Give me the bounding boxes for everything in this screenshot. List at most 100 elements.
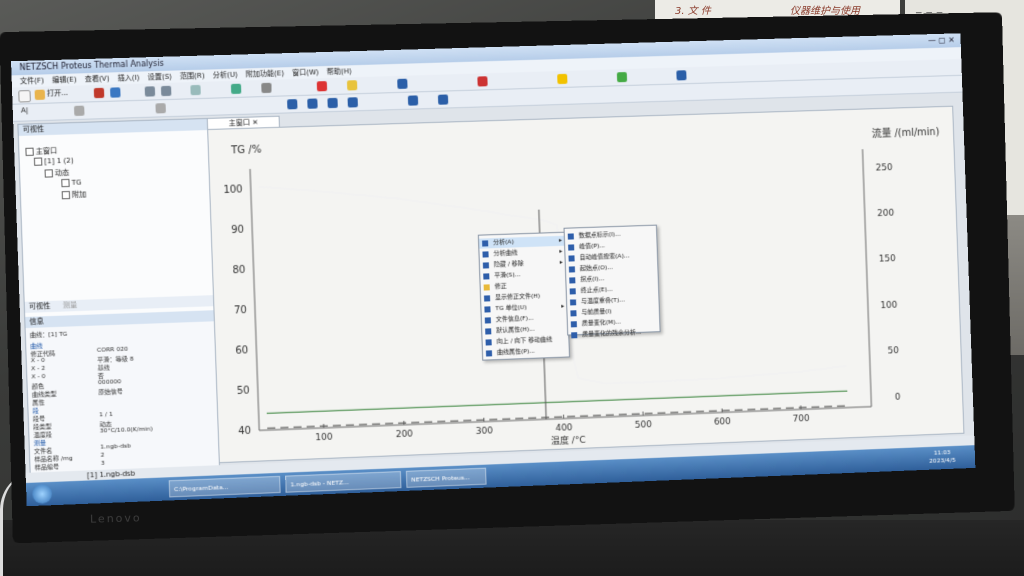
analysis-icon[interactable] bbox=[397, 78, 408, 89]
inflection-icon[interactable] bbox=[347, 97, 358, 108]
checkbox-icon[interactable] bbox=[61, 190, 71, 200]
y2-tick-label: 250 bbox=[876, 163, 893, 173]
properties-header: 信息 bbox=[25, 310, 214, 329]
zoom-icon[interactable] bbox=[477, 76, 488, 87]
menu-item-9[interactable]: 帮助(H) bbox=[327, 67, 352, 76]
property-value: 3 bbox=[100, 459, 105, 467]
note-text-1: 3. 文 件 bbox=[675, 6, 711, 17]
menu-item-4[interactable]: 设置(S) bbox=[147, 73, 172, 82]
menu-item-icon bbox=[569, 277, 576, 284]
export-icon[interactable] bbox=[616, 72, 628, 83]
menu-item-icon bbox=[568, 255, 575, 262]
tree-item-additional[interactable]: 附加 bbox=[61, 189, 87, 200]
y2-tick-label: 150 bbox=[879, 255, 896, 265]
menu-item-0[interactable]: 文件(F) bbox=[20, 76, 44, 85]
menu-item-icon bbox=[568, 244, 575, 251]
properties-panel: 信息 曲线：[1] TG 曲线 修正代码 CORR 020 X - 0 平滑：等级 8X… bbox=[25, 310, 219, 474]
menu-item-5[interactable]: 范围(R) bbox=[180, 72, 205, 81]
x-tick-label: 200 bbox=[396, 429, 414, 440]
menu-item-7[interactable]: 附加功能(E) bbox=[246, 69, 285, 78]
window-controls[interactable]: — ▢ ✕ bbox=[928, 33, 955, 48]
property-row: X - 2 基线 bbox=[31, 364, 110, 372]
property-value: 30°C/10.0(K/min) bbox=[99, 425, 153, 435]
submenu-item-label: 质量变化(M)... bbox=[581, 318, 622, 328]
undo-icon[interactable] bbox=[230, 83, 242, 95]
open-button[interactable]: 打开... bbox=[47, 88, 68, 99]
new-file-icon[interactable] bbox=[18, 90, 31, 103]
area-icon[interactable] bbox=[327, 97, 338, 109]
onset-icon[interactable] bbox=[307, 98, 318, 109]
pointer-icon[interactable] bbox=[557, 73, 568, 85]
print-preview-icon[interactable] bbox=[190, 84, 201, 96]
y2-tick-label: 50 bbox=[888, 346, 900, 356]
menu-item-icon bbox=[485, 350, 493, 357]
property-value: 2 bbox=[100, 451, 105, 459]
checkbox-icon[interactable] bbox=[44, 169, 53, 178]
taskbar-item-file[interactable]: 1.ngb-dsb - NETZ... bbox=[285, 471, 402, 493]
taskbar-item-proteus[interactable]: NETZSCH Proteus... bbox=[405, 467, 487, 488]
tree-item-tg[interactable]: TG bbox=[61, 178, 82, 188]
menu-item-1[interactable]: 编辑(E) bbox=[52, 75, 77, 84]
menu-item-8[interactable]: 窗口(W) bbox=[292, 68, 319, 77]
property-key: X - 0 bbox=[31, 372, 46, 381]
taskbar-item-explorer[interactable]: C:\ProgramData... bbox=[168, 475, 281, 498]
tree-item-file[interactable]: [1] 1 (2) bbox=[33, 156, 74, 166]
tree-item-main-window[interactable]: 主窗口 bbox=[25, 146, 57, 157]
mass-change-icon[interactable] bbox=[407, 95, 419, 106]
menu-item-icon bbox=[570, 321, 577, 328]
rect-tool-icon[interactable] bbox=[155, 103, 166, 114]
y2-tick-label: 100 bbox=[880, 301, 897, 311]
save-icon[interactable] bbox=[110, 87, 121, 98]
analysis-submenu: 数据点标示(I)... 峰值(P)... 自动峰值搜索(A)... 起始点(O)...… bbox=[563, 224, 661, 339]
start-button[interactable] bbox=[32, 483, 53, 504]
menu-item-icon bbox=[482, 240, 489, 247]
text-tool-icon[interactable]: A| bbox=[21, 106, 29, 114]
submenu-item-label: 质量变化的残余分析... bbox=[582, 328, 642, 338]
checkbox-icon[interactable] bbox=[25, 147, 34, 156]
context-menu-item-label: 平滑(S)... bbox=[494, 271, 521, 280]
y2-tick-label: 200 bbox=[877, 209, 894, 219]
menu-item-2[interactable]: 查看(V) bbox=[85, 75, 110, 84]
submenu-item-label: 终止点(E)... bbox=[580, 285, 613, 295]
menu-item-icon bbox=[482, 251, 489, 258]
residual-icon[interactable] bbox=[437, 94, 449, 105]
open-folder-icon[interactable] bbox=[34, 89, 46, 101]
menu-item-icon bbox=[569, 288, 576, 295]
property-key: 样品编号 bbox=[34, 463, 60, 472]
tab-measurement[interactable]: 测量 bbox=[63, 301, 78, 310]
y-tick-label: 70 bbox=[234, 305, 247, 316]
copy-icon[interactable] bbox=[144, 86, 156, 97]
menu-item-icon bbox=[567, 233, 574, 240]
menu-item-icon bbox=[568, 266, 576, 273]
checkbox-icon[interactable] bbox=[33, 157, 43, 166]
submenu-item-label: 数据点标示(I)... bbox=[578, 230, 621, 240]
property-key: X - 0 bbox=[30, 356, 46, 365]
cut-icon[interactable] bbox=[73, 105, 85, 117]
property-value: 1.ngb-dsb bbox=[100, 442, 132, 451]
y-tick-label: 100 bbox=[223, 184, 243, 196]
redo-icon[interactable] bbox=[261, 82, 272, 94]
mark-icon[interactable] bbox=[316, 81, 328, 92]
menu-item-3[interactable]: 插入(I) bbox=[117, 74, 139, 83]
settings-icon[interactable] bbox=[676, 70, 687, 81]
property-row: 样品编号 3 bbox=[34, 460, 104, 472]
taskbar-clock[interactable]: 11:03 2023/4/5 bbox=[929, 449, 956, 466]
tree-item-dynamic[interactable]: 动态 bbox=[44, 168, 70, 179]
left-panel: 可视性 主窗口 [1] 1 (2) 动态 TG 附加 可视性 测量 信息 曲线：… bbox=[17, 117, 221, 475]
yellow-tool-icon[interactable] bbox=[346, 80, 358, 91]
paste-icon[interactable] bbox=[160, 85, 172, 97]
print-icon[interactable] bbox=[93, 87, 105, 99]
x-tick-label: 400 bbox=[555, 423, 573, 434]
context-menu-item[interactable]: 曲线属性(P)... bbox=[483, 345, 569, 358]
tab-visibility[interactable]: 可视性 bbox=[29, 302, 51, 311]
checkbox-icon[interactable] bbox=[61, 178, 70, 188]
menu-item-icon bbox=[483, 273, 490, 280]
menu-item-6[interactable]: 分析(U) bbox=[213, 71, 238, 80]
submenu-arrow-icon: ▸ bbox=[561, 302, 565, 310]
property-row: X - 0否 bbox=[31, 372, 104, 381]
submenu-arrow-icon: ▸ bbox=[558, 236, 563, 244]
submenu-item-label: 峰值(P)... bbox=[579, 242, 606, 251]
visibility-panel-header: 可视性 bbox=[18, 118, 208, 136]
peak-icon[interactable] bbox=[287, 99, 298, 110]
property-value: 原始信号 bbox=[98, 388, 123, 397]
